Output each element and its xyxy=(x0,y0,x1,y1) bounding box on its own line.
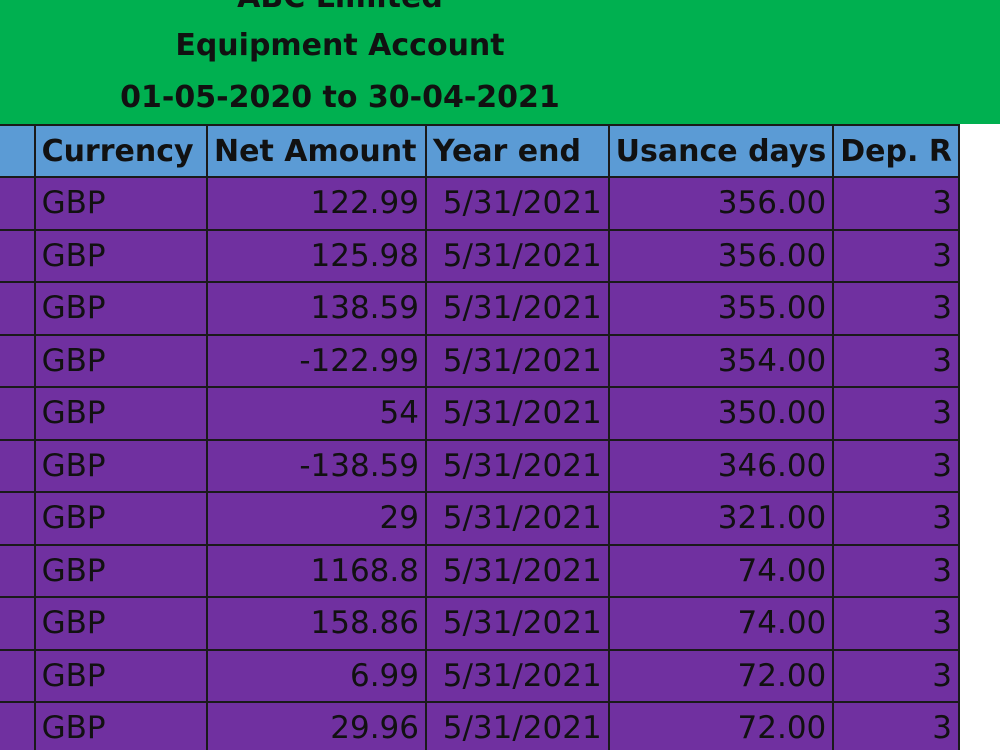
cell-dep-rate[interactable]: 3 xyxy=(832,281,960,336)
cell-year-end[interactable]: 5/31/2021 xyxy=(425,386,610,441)
cell-usance-days[interactable]: 356.00 xyxy=(607,228,835,283)
cell-net-amount[interactable]: 122.99 xyxy=(206,176,427,231)
header-cell-net-amount[interactable]: Net Amount xyxy=(206,124,427,178)
cell-net-amount[interactable]: 138.59 xyxy=(206,281,427,336)
cell-currency[interactable]: GBP xyxy=(33,176,209,231)
cell-net-amount[interactable]: 54 xyxy=(206,386,427,441)
header-cell-year-end[interactable]: Year end xyxy=(425,124,610,178)
period-title[interactable]: 01-05-2020 to 30-04-2021 xyxy=(90,80,590,115)
cell-usance-days[interactable]: 355.00 xyxy=(607,281,835,336)
cell-left[interactable] xyxy=(0,596,36,651)
cell-dep-rate[interactable]: 3 xyxy=(832,648,960,703)
table-row: GBP 6.99 5/31/2021 72.00 3 xyxy=(0,648,960,703)
header-cell-currency[interactable]: Currency xyxy=(33,124,209,178)
cell-left[interactable] xyxy=(0,543,36,598)
cell-usance-days[interactable]: 321.00 xyxy=(607,491,835,546)
cell-net-amount[interactable]: 29 xyxy=(206,491,427,546)
table-row: GBP 158.86 5/31/2021 74.00 3 xyxy=(0,596,960,651)
cell-usance-days[interactable]: 74.00 xyxy=(607,543,835,598)
cell-dep-rate[interactable]: 3 xyxy=(832,333,960,388)
cell-net-amount[interactable]: 158.86 xyxy=(206,596,427,651)
cell-left[interactable] xyxy=(0,333,36,388)
table-body: lrlGBP122.995/31/2021356.003GBP125.985/3… xyxy=(0,176,960,750)
cell-net-amount[interactable]: -138.59 xyxy=(206,438,427,493)
cell-usance-days[interactable]: 74.00 xyxy=(607,596,835,651)
cell-year-end[interactable]: 5/31/2021 xyxy=(425,228,610,283)
cell-year-end[interactable]: 5/31/2021 xyxy=(425,648,610,703)
table-row: GBP 29 5/31/2021 321.00 3 xyxy=(0,491,960,546)
spreadsheet-view: ABC Limited Equipment Account 01-05-2020… xyxy=(0,0,1000,750)
table-row: lrlGBP122.995/31/2021356.003 xyxy=(0,176,960,231)
table-row: GBP 125.98 5/31/2021 356.00 3 xyxy=(0,228,960,283)
cell-left[interactable] xyxy=(0,648,36,703)
cell-net-amount[interactable]: 125.98 xyxy=(206,228,427,283)
cell-left[interactable] xyxy=(0,701,36,750)
table-row: GBP -138.59 5/31/2021 346.00 3 xyxy=(0,438,960,493)
cell-usance-days[interactable]: 350.00 xyxy=(607,386,835,441)
cell-year-end[interactable]: 5/31/2021 xyxy=(425,596,610,651)
account-title[interactable]: Equipment Account xyxy=(90,28,590,63)
cell-usance-days[interactable]: 72.00 xyxy=(607,701,835,750)
company-title[interactable]: ABC Limited xyxy=(90,0,590,15)
cell-currency[interactable]: GBP xyxy=(33,438,209,493)
cell-dep-rate[interactable]: 3 xyxy=(832,438,960,493)
cell-year-end[interactable]: 5/31/2021 xyxy=(425,543,610,598)
cell-left[interactable] xyxy=(0,228,36,283)
cell-dep-rate[interactable]: 3 xyxy=(832,228,960,283)
cell-dep-rate[interactable]: 3 xyxy=(832,543,960,598)
cell-currency[interactable]: GBP xyxy=(33,543,209,598)
cell-year-end[interactable]: 5/31/2021 xyxy=(425,491,610,546)
cell-year-end[interactable]: 5/31/2021 xyxy=(425,438,610,493)
cell-year-end[interactable]: 5/31/2021 xyxy=(425,333,610,388)
cell-dep-rate[interactable]: 3 xyxy=(832,596,960,651)
cell-net-amount[interactable]: 6.99 xyxy=(206,648,427,703)
header-cell-dep-rate[interactable]: Dep. R xyxy=(832,124,960,178)
table-row: GBP 54 5/31/2021 350.00 3 xyxy=(0,386,960,441)
cell-usance-days[interactable]: 354.00 xyxy=(607,333,835,388)
cell-left[interactable] xyxy=(0,438,36,493)
table-row: GBP 1168.8 5/31/2021 74.00 3 xyxy=(0,543,960,598)
cell-currency[interactable]: GBP xyxy=(33,491,209,546)
cell-currency[interactable]: GBP xyxy=(33,228,209,283)
cell-currency[interactable]: GBP xyxy=(33,701,209,750)
cell-year-end[interactable]: 5/31/2021 xyxy=(425,701,610,750)
cell-left[interactable] xyxy=(0,491,36,546)
cell-year-end[interactable]: 5/31/2021 xyxy=(425,281,610,336)
cell-net-amount[interactable]: 1168.8 xyxy=(206,543,427,598)
cell-dep-rate[interactable]: 3 xyxy=(832,491,960,546)
header-cell-usance-days[interactable]: Usance days xyxy=(607,124,835,178)
table-row: GBP -122.99 5/31/2021 354.00 3 xyxy=(0,333,960,388)
cell-usance-days[interactable]: 356.00 xyxy=(607,176,835,231)
header-cell-left[interactable] xyxy=(0,124,36,178)
cell-left[interactable]: lrl xyxy=(0,176,36,231)
title-band: ABC Limited Equipment Account 01-05-2020… xyxy=(0,0,1000,124)
cell-year-end[interactable]: 5/31/2021 xyxy=(425,176,610,231)
cell-currency[interactable]: GBP xyxy=(33,648,209,703)
header-row: Currency Net Amount Year end Usance days… xyxy=(0,124,960,178)
cell-currency[interactable]: GBP xyxy=(33,386,209,441)
cell-dep-rate[interactable]: 3 xyxy=(832,701,960,750)
cell-left[interactable] xyxy=(0,386,36,441)
cell-dep-rate[interactable]: 3 xyxy=(832,176,960,231)
cell-usance-days[interactable]: 346.00 xyxy=(607,438,835,493)
cell-net-amount[interactable]: -122.99 xyxy=(206,333,427,388)
equipment-table: Currency Net Amount Year end Usance days… xyxy=(0,124,960,750)
cell-left[interactable]: lrl xyxy=(0,281,36,336)
table-row: lrlGBP138.595/31/2021355.003 xyxy=(0,281,960,336)
cell-currency[interactable]: GBP xyxy=(33,333,209,388)
cell-usance-days[interactable]: 72.00 xyxy=(607,648,835,703)
cell-dep-rate[interactable]: 3 xyxy=(832,386,960,441)
cell-currency[interactable]: GBP xyxy=(33,281,209,336)
cell-net-amount[interactable]: 29.96 xyxy=(206,701,427,750)
table-row: GBP 29.96 5/31/2021 72.00 3 xyxy=(0,701,960,750)
cell-currency[interactable]: GBP xyxy=(33,596,209,651)
